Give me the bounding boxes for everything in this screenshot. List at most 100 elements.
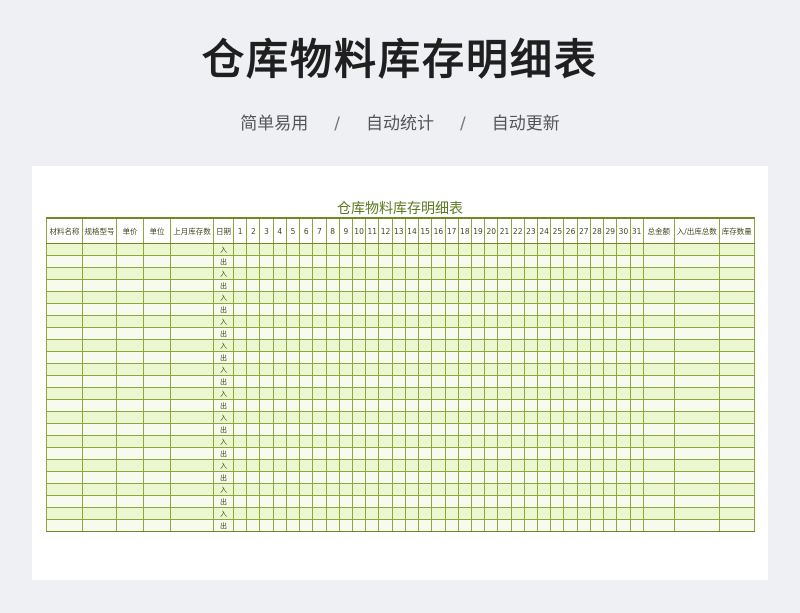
table-cell[interactable] — [616, 483, 631, 496]
table-cell[interactable] — [325, 447, 340, 460]
table-cell[interactable] — [312, 507, 327, 520]
table-cell[interactable] — [116, 519, 144, 532]
table-cell[interactable] — [46, 291, 83, 304]
table-cell[interactable] — [616, 363, 631, 376]
table-cell[interactable] — [576, 375, 591, 388]
table-cell[interactable] — [338, 303, 353, 316]
table-cell[interactable] — [576, 339, 591, 352]
table-cell[interactable] — [510, 447, 525, 460]
table-cell[interactable] — [259, 267, 274, 280]
table-cell[interactable] — [537, 447, 552, 460]
table-cell[interactable] — [116, 459, 144, 472]
table-cell[interactable] — [563, 519, 578, 532]
table-cell[interactable] — [246, 471, 261, 484]
table-cell[interactable] — [457, 315, 472, 328]
table-cell[interactable] — [673, 495, 720, 508]
table-cell[interactable] — [576, 351, 591, 364]
table-cell[interactable] — [523, 387, 539, 400]
table-cell[interactable] — [312, 243, 327, 256]
table-cell[interactable] — [616, 459, 631, 472]
table-cell[interactable] — [246, 279, 261, 292]
table-cell[interactable] — [418, 507, 433, 520]
table-cell[interactable] — [170, 423, 214, 436]
table-cell[interactable] — [523, 435, 539, 448]
table-cell[interactable] — [589, 279, 605, 292]
table-cell[interactable] — [404, 399, 420, 412]
table-cell[interactable] — [143, 447, 171, 460]
table-cell[interactable] — [673, 315, 720, 328]
table-cell[interactable] — [718, 315, 755, 328]
table-cell[interactable] — [718, 495, 755, 508]
table-cell[interactable] — [259, 339, 274, 352]
table-cell[interactable] — [259, 399, 274, 412]
table-cell[interactable] — [170, 255, 214, 268]
table-cell[interactable] — [325, 351, 340, 364]
table-cell[interactable] — [259, 447, 274, 460]
table-cell[interactable] — [616, 387, 631, 400]
table-cell[interactable] — [232, 363, 248, 376]
table-cell[interactable] — [589, 495, 605, 508]
table-cell[interactable] — [470, 399, 486, 412]
table-cell[interactable] — [589, 315, 605, 328]
table-cell[interactable] — [497, 471, 512, 484]
table-cell[interactable] — [497, 279, 512, 292]
table-cell[interactable] — [418, 447, 433, 460]
table-cell[interactable] — [312, 267, 327, 280]
table-cell[interactable] — [299, 291, 314, 304]
table-cell[interactable] — [365, 327, 380, 340]
table-cell[interactable] — [603, 459, 618, 472]
table-cell[interactable] — [418, 267, 433, 280]
table-cell[interactable] — [259, 459, 274, 472]
table-cell[interactable] — [550, 375, 565, 388]
table-cell[interactable] — [616, 471, 631, 484]
table-cell[interactable] — [718, 387, 755, 400]
table-cell[interactable] — [431, 519, 446, 532]
table-cell[interactable] — [404, 471, 420, 484]
table-cell[interactable] — [629, 483, 644, 496]
table-cell[interactable] — [325, 243, 340, 256]
table-cell[interactable] — [82, 399, 117, 412]
table-cell[interactable] — [351, 327, 367, 340]
table-cell[interactable] — [391, 519, 406, 532]
table-cell[interactable] — [444, 387, 459, 400]
table-cell[interactable] — [718, 351, 755, 364]
table-cell[interactable] — [603, 483, 618, 496]
table-cell[interactable] — [603, 255, 618, 268]
table-cell[interactable] — [378, 483, 393, 496]
table-cell[interactable] — [338, 447, 353, 460]
table-cell[interactable] — [629, 507, 644, 520]
table-cell[interactable] — [673, 411, 720, 424]
table-cell[interactable] — [143, 507, 171, 520]
table-cell[interactable] — [444, 483, 459, 496]
table-cell[interactable] — [82, 459, 117, 472]
table-cell[interactable] — [170, 507, 214, 520]
table-cell[interactable] — [563, 255, 578, 268]
table-cell[interactable] — [246, 423, 261, 436]
table-cell[interactable] — [431, 243, 446, 256]
table-cell[interactable] — [497, 327, 512, 340]
table-cell[interactable] — [232, 267, 248, 280]
table-cell[interactable] — [550, 291, 565, 304]
table-cell[interactable] — [563, 459, 578, 472]
table-cell[interactable] — [418, 315, 433, 328]
table-cell[interactable] — [143, 519, 171, 532]
table-cell[interactable] — [418, 291, 433, 304]
table-cell[interactable] — [510, 267, 525, 280]
table-cell[interactable] — [589, 447, 605, 460]
table-cell[interactable] — [170, 327, 214, 340]
table-cell[interactable] — [576, 303, 591, 316]
table-cell[interactable] — [378, 411, 393, 424]
table-cell[interactable] — [404, 519, 420, 532]
table-cell[interactable] — [232, 495, 248, 508]
table-cell[interactable] — [673, 363, 720, 376]
table-cell[interactable] — [338, 483, 353, 496]
table-cell[interactable] — [718, 507, 755, 520]
table-cell[interactable] — [484, 243, 499, 256]
table-cell[interactable] — [246, 303, 261, 316]
table-cell[interactable] — [325, 459, 340, 472]
table-cell[interactable] — [365, 399, 380, 412]
table-cell[interactable] — [391, 423, 406, 436]
table-cell[interactable] — [629, 291, 644, 304]
table-cell[interactable] — [523, 375, 539, 388]
table-cell[interactable] — [484, 423, 499, 436]
